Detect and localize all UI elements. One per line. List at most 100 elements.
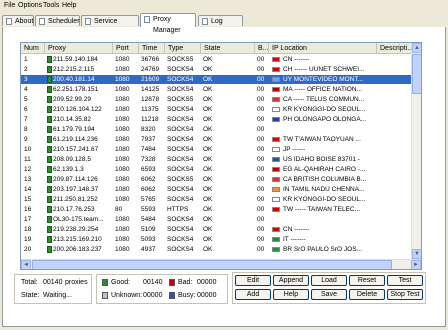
cell-type: SOCKS4: [167, 136, 194, 143]
tab-scheduler[interactable]: Scheduler: [35, 15, 80, 26]
tab-service-manager[interactable]: Service Manager: [81, 15, 139, 36]
cell-port: 1080: [115, 126, 130, 133]
proxy-list[interactable]: Num Proxy Port Time Type State B... IP L…: [20, 42, 422, 270]
table-row[interactable]: 10 210.157.241.67 1080 7484 SOCKS4 OK 00 JP ---…: [21, 145, 411, 154]
country-flag-icon: [272, 147, 280, 152]
proxy-status-icon: [47, 56, 52, 63]
tab-proxy-manager[interactable]: Proxy Manager: [140, 13, 196, 34]
help-button[interactable]: Help: [273, 289, 309, 300]
total-label: Total:: [21, 279, 38, 286]
table-row[interactable]: 3 200.40.181.14 1080 21609 SOCKS4 OK 00 UY MONT…: [21, 75, 411, 84]
cell-time: 5593: [141, 206, 156, 213]
bad-status-icon: [169, 279, 175, 286]
cell-ip-location: TW T'AIWAN TAOYUAN ...: [283, 136, 361, 143]
scroll-down-icon[interactable]: ▼: [412, 249, 421, 259]
cell-port: 1080: [115, 176, 130, 183]
cell-time: 5484: [141, 216, 156, 223]
cell-state: OK: [203, 166, 213, 173]
tab-about[interactable]: About: [2, 15, 34, 26]
table-row[interactable]: 14 203.197.148.37 1080 6062 SOCKS4 OK 00 IN TAM…: [21, 185, 411, 194]
menu-tools[interactable]: Tools: [43, 2, 59, 9]
cell-type: SOCKS5: [167, 56, 194, 63]
table-row[interactable]: 19 213.215.169.210 1080 5093 SOCKS4 OK 00 IT --…: [21, 235, 411, 244]
menu-options[interactable]: Options: [18, 2, 42, 9]
table-row[interactable]: 17 OL30-175.team... 1080 5484 SOCKS4 OK 00: [21, 215, 411, 224]
table-row[interactable]: 20 200.206.183.237 1080 4937 SOCKS4 OK 00 BR Sr…: [21, 245, 411, 254]
table-row[interactable]: 16 210.17.76.253 80 5593 HTTPS OK 00 TW ----- T…: [21, 205, 411, 214]
cell-type: SOCKS4: [167, 76, 194, 83]
cell-ip-location: UY MONTEVIDEO MONT...: [283, 76, 364, 83]
cell-b: 00: [257, 106, 265, 113]
cell-time: 12878: [141, 96, 160, 103]
menu-file[interactable]: File: [4, 2, 15, 9]
load-button[interactable]: Load: [311, 275, 347, 286]
cell-time: 14125: [141, 86, 160, 93]
tab-log-window[interactable]: Log Window: [198, 15, 243, 36]
stop-test-button[interactable]: Stop Test: [387, 289, 423, 300]
edit-button[interactable]: Edit: [235, 275, 271, 286]
scroll-right-icon[interactable]: ►: [411, 260, 421, 269]
proxy-status-icon: [47, 216, 52, 223]
proxy-status-icon: [47, 76, 52, 83]
cell-state: OK: [203, 196, 213, 203]
horizontal-scrollbar[interactable]: ◄ ►: [21, 259, 421, 269]
country-flag-icon: [272, 107, 280, 112]
column-header-ip-location[interactable]: IP Location: [269, 43, 377, 54]
cell-proxy: 212.215.2.115: [53, 66, 95, 73]
table-row[interactable]: 4 62.251.178.151 1080 14125 SOCKS4 OK 00 MA ---…: [21, 85, 411, 94]
column-header-state[interactable]: State: [201, 43, 255, 54]
cell-type: SOCKS4: [167, 106, 194, 113]
column-header-type[interactable]: Type: [165, 43, 201, 54]
cell-proxy: 209.52.99.29: [53, 96, 91, 103]
column-header-b[interactable]: B...: [255, 43, 269, 54]
table-row[interactable]: 2 212.215.2.115 1080 24769 SOCKS4 OK 00 CH ----…: [21, 65, 411, 74]
cell-b: 00: [257, 116, 265, 123]
cell-ip-location: CA BRITISH COLUMBIA B...: [283, 176, 367, 183]
table-row[interactable]: 15 211.250.81.252 1080 5765 SOCKS4 OK 00 KR KYO…: [21, 195, 411, 204]
table-row[interactable]: 11 208.09.128.5 1080 7328 SOCKS4 OK 00 US IDAHO…: [21, 155, 411, 164]
table-row[interactable]: 6 210.126.104.122 1080 11375 SOCKS4 OK 00 KR KY…: [21, 105, 411, 114]
document-icon: [202, 18, 208, 25]
add-button[interactable]: Add: [235, 289, 271, 300]
cell-num: 13: [24, 176, 32, 183]
column-header-time[interactable]: Time: [139, 43, 165, 54]
cell-type: SOCKS4: [167, 226, 194, 233]
table-row[interactable]: 9 61.219.114.236 1080 7937 SOCKS4 OK 00 TW T'AI…: [21, 135, 411, 144]
scroll-left-icon[interactable]: ◄: [21, 260, 31, 269]
cell-time: 8320: [141, 126, 156, 133]
cell-state: OK: [203, 186, 213, 193]
country-flag-icon: [272, 207, 280, 212]
table-row[interactable]: 18 219.238.29.254 1080 5109 SOCKS4 OK 00 CN ---…: [21, 225, 411, 234]
vertical-scroll-thumb[interactable]: [412, 54, 421, 94]
column-header-num[interactable]: Num: [21, 43, 45, 54]
summary-group: Total: 00140 proxies State: Waiting...: [14, 274, 92, 304]
menu-help[interactable]: Help: [62, 2, 76, 9]
table-row[interactable]: 5 209.52.99.29 1080 12878 SOCKS5 OK 00 CA -----…: [21, 95, 411, 104]
column-header-port[interactable]: Port: [113, 43, 139, 54]
table-row[interactable]: 8 61.179.79.194 1080 8320 SOCKS4 OK 00: [21, 125, 411, 134]
cell-port: 80: [115, 206, 123, 213]
append-button[interactable]: Append: [273, 275, 309, 286]
cell-proxy: 210.14.35.82: [53, 116, 91, 123]
cell-type: SOCKS4: [167, 166, 194, 173]
cell-state: OK: [203, 216, 213, 223]
scroll-up-icon[interactable]: ▲: [412, 43, 421, 53]
delete-button[interactable]: Delete: [349, 289, 385, 300]
vertical-scrollbar[interactable]: ▲ ▼: [411, 43, 421, 259]
reset-button[interactable]: Reset: [349, 275, 385, 286]
table-row[interactable]: 13 209.87.114.126 1080 6062 SOCKS5 OK 00 CA BRI…: [21, 175, 411, 184]
save-button[interactable]: Save: [311, 289, 347, 300]
cell-proxy: 200.206.183.237: [53, 246, 102, 253]
cell-port: 1080: [115, 146, 130, 153]
horizontal-scroll-thumb[interactable]: [32, 260, 392, 269]
table-row[interactable]: 12 62.139.1.3 1080 6593 SOCKS4 OK 00 EG AL-QAHI…: [21, 165, 411, 174]
cell-time: 5093: [141, 236, 156, 243]
good-status-icon: [102, 279, 108, 286]
table-row[interactable]: 1 211.59.140.184 1080 36766 SOCKS5 OK 00 CN ---…: [21, 55, 411, 64]
table-row[interactable]: 7 210.14.35.82 1080 11218 SOCKS4 OK 00 PH OLONG…: [21, 115, 411, 124]
column-header-proxy[interactable]: Proxy: [45, 43, 113, 54]
cell-state: OK: [203, 246, 213, 253]
country-flag-icon: [272, 87, 280, 92]
test-button[interactable]: Test: [387, 275, 423, 286]
cell-ip-location: KR KYONGGI-DO SEOUL...: [283, 196, 366, 203]
